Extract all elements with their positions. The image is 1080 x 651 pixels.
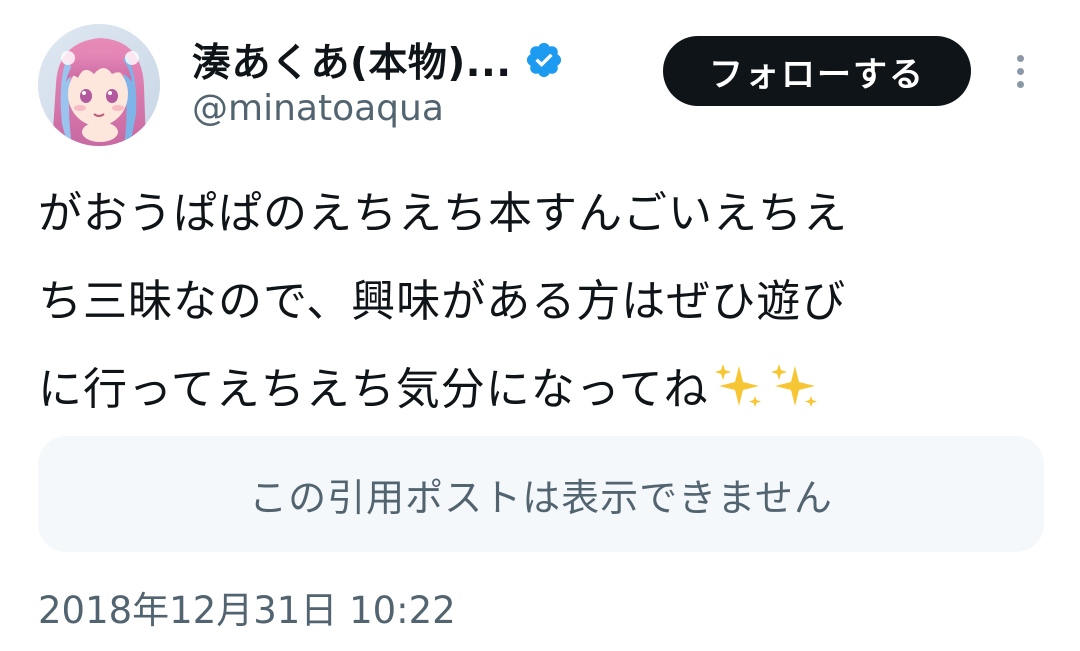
tweet-text-line-last: に行ってえちえち気分になってね bbox=[38, 346, 1048, 434]
tweet-timestamp[interactable]: 2018年12月31日 10:22 bbox=[38, 580, 456, 634]
tweet-text-line: がおうぱぱのえちえち本すんごいえちえ bbox=[38, 188, 848, 239]
avatar[interactable] bbox=[38, 24, 160, 146]
sparkles-icon bbox=[765, 356, 821, 412]
more-vertical-icon[interactable] bbox=[1000, 46, 1040, 96]
follow-button[interactable]: フォローする bbox=[663, 36, 971, 106]
user-name-row[interactable]: 湊あくあ(本物)... bbox=[192, 30, 564, 90]
quote-unavailable-box: この引用ポストは表示できません bbox=[38, 436, 1044, 552]
tweet-text-line-content: に行ってえちえち気分になってね bbox=[38, 364, 709, 415]
sparkles-icon bbox=[709, 356, 765, 412]
quote-unavailable-text: この引用ポストは表示できません bbox=[249, 475, 833, 520]
tweet-card: 湊あくあ(本物)... @minatoaqua フォローする がおうぱぱのえちえ… bbox=[0, 0, 1080, 651]
tweet-text: がおうぱぱのえちえち本すんごいえちえ ち三昧なので、興味がある方はぜひ遊び に行… bbox=[38, 170, 1048, 434]
display-name[interactable]: 湊あくあ(本物)... bbox=[192, 32, 512, 88]
verified-badge-icon bbox=[524, 40, 564, 80]
user-handle[interactable]: @minatoaqua bbox=[192, 88, 444, 129]
tweet-text-line: ち三昧なので、興味がある方はぜひ遊び bbox=[38, 276, 847, 327]
